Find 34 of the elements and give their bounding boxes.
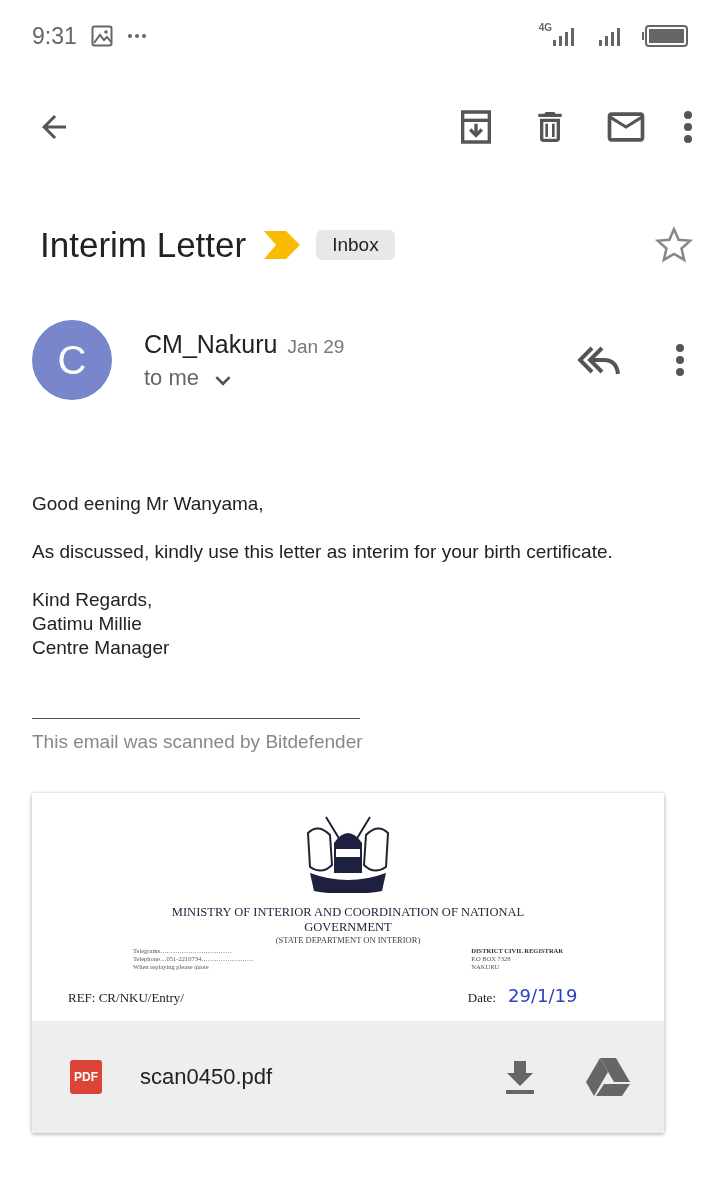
signature-line: Kind Regards,: [32, 588, 154, 612]
signal-icon: [552, 26, 576, 46]
download-button[interactable]: [504, 1059, 536, 1095]
more-options-button[interactable]: [682, 109, 694, 145]
body-paragraph: As discussed, kindly use this letter as interim for your birth certificate.: [32, 540, 614, 564]
status-time: 9:31: [32, 22, 77, 50]
document-heading: MINISTRY OF INTERIOR AND COORDINATION OF NATIONAL GOVERNMENT: [170, 905, 526, 935]
signature-line: Centre Manager: [32, 636, 171, 660]
sender-avatar: C: [32, 320, 112, 400]
message-options-button[interactable]: [674, 342, 686, 378]
battery-icon: [642, 25, 688, 47]
body-paragraph: Good eening Mr Wanyama,: [32, 492, 265, 516]
recipient-toggle[interactable]: to me: [144, 364, 345, 391]
email-date: Jan 29: [287, 335, 345, 358]
save-to-drive-button[interactable]: [586, 1058, 630, 1096]
attachment-filename: scan0450.pdf: [140, 1064, 273, 1090]
document-reference: REF: CR/NKU/Entry/: [68, 990, 185, 1006]
document-date-label: Date:: [467, 990, 496, 1006]
attachment-card[interactable]: [32, 793, 664, 1133]
star-button[interactable]: [654, 225, 694, 265]
network-type: 4G: [538, 22, 552, 33]
email-subject: Interim Letter: [40, 225, 247, 265]
document-subheading: (STATE DEPARTMENT ON INTERIOR): [275, 935, 421, 945]
chevron-icon: [215, 375, 232, 386]
signal-icon: [598, 26, 622, 46]
sender-name: CM_Nakuru: [144, 329, 278, 359]
scan-notice: This email was scanned by Bitdefender: [32, 731, 364, 753]
signature-line: Gatimu Millie: [32, 612, 143, 636]
handwritten-date: 29/1/19: [508, 985, 579, 1006]
file-type-badge: PDF: [70, 1060, 102, 1094]
inbox-label[interactable]: Inbox: [316, 230, 395, 260]
more-icon: [126, 33, 147, 39]
importance-marker-icon[interactable]: [264, 231, 301, 259]
image-icon: [90, 25, 113, 47]
